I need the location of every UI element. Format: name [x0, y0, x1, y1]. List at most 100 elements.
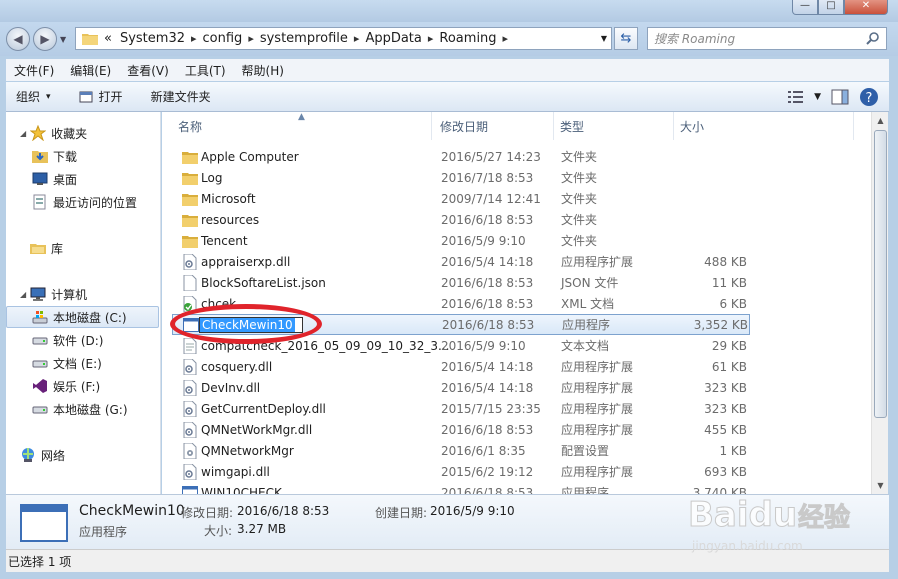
maximize-button[interactable]: □	[818, 0, 844, 15]
breadcrumb-separator[interactable]: ▸	[248, 32, 254, 45]
nav-drive-d-label: 软件 (D:)	[53, 333, 104, 348]
nav-drive-c[interactable]: 本地磁盘 (C:)	[6, 306, 159, 328]
breadcrumb-separator[interactable]: ▸	[503, 32, 509, 45]
chevron-down-icon: ▾	[46, 91, 51, 102]
sort-ascending-icon: ▲	[298, 112, 305, 122]
view-options-icon[interactable]	[788, 90, 804, 104]
column-size[interactable]: 大小	[674, 112, 854, 140]
menu-tools[interactable]: 工具(T)	[177, 62, 234, 79]
file-name: cosquery.dll	[201, 359, 273, 374]
file-type: 应用程序	[562, 318, 611, 332]
breadcrumb-roaming[interactable]: Roaming	[439, 31, 496, 46]
menu-edit[interactable]: 编辑(E)	[62, 62, 119, 79]
nav-desktop-label: 桌面	[53, 172, 78, 187]
scroll-down-button[interactable]: ▼	[872, 477, 889, 494]
table-row[interactable]: Log 2016/7/18 8:53 文件夹	[172, 167, 750, 188]
details-name: CheckMewin10	[79, 503, 185, 519]
back-button[interactable]: ◀	[6, 27, 30, 51]
nav-libraries[interactable]: 库	[20, 237, 172, 259]
file-name: resources	[201, 212, 260, 227]
file-type: JSON 文件	[561, 276, 619, 290]
nav-favorites[interactable]: ◢ 收藏夹	[20, 122, 172, 144]
table-row[interactable]: GetCurrentDeploy.dll 2015/7/15 23:35 应用程序扩…	[172, 398, 750, 419]
status-text: 已选择 1 项	[8, 554, 72, 569]
table-row[interactable]: DevInv.dll 2016/5/4 14:18 应用程序扩展 323 KB	[172, 377, 750, 398]
recent-pages-dropdown[interactable]: ▼	[60, 35, 66, 44]
breadcrumb-config[interactable]: config	[203, 31, 243, 46]
folder-icon	[182, 149, 198, 165]
table-row[interactable]: Apple Computer 2016/5/27 14:23 文件夹	[172, 146, 750, 167]
table-row[interactable]: resources 2016/6/18 8:53 文件夹	[172, 209, 750, 230]
file-type: 文本文档	[561, 339, 610, 353]
menu-file[interactable]: 文件(F)	[6, 62, 62, 79]
address-bar[interactable]: « System32 ▸ config ▸ systemprofile ▸ Ap…	[75, 27, 612, 50]
file-type: 文件夹	[561, 171, 598, 185]
dll-icon	[182, 421, 198, 438]
nav-drive-e-label: 文档 (E:)	[53, 356, 102, 371]
nav-recent-label: 最近访问的位置	[53, 195, 138, 210]
new-folder-button[interactable]: 新建文件夹	[141, 85, 221, 109]
table-row[interactable]: cosquery.dll 2016/5/4 14:18 应用程序扩展 61 KB	[172, 356, 750, 377]
details-size: 3.27 MB	[237, 522, 287, 536]
minimize-button[interactable]: —	[792, 0, 818, 15]
system-drive-icon	[32, 309, 48, 325]
view-controls: ▼ ?	[788, 87, 879, 107]
breadcrumb-overflow[interactable]: «	[104, 31, 112, 46]
file-size: 693 KB	[704, 464, 747, 479]
menu-help[interactable]: 帮助(H)	[234, 62, 292, 79]
vertical-scrollbar[interactable]: ▲ ▼	[871, 112, 888, 494]
table-row[interactable]: wimgapi.dll 2015/6/2 19:12 应用程序扩展 693 KB	[172, 461, 750, 482]
app-icon	[182, 485, 198, 494]
file-name: Microsoft	[201, 191, 256, 206]
search-placeholder: 搜索 Roaming	[654, 32, 736, 46]
help-icon[interactable]: ?	[859, 87, 879, 107]
computer-icon	[30, 286, 46, 302]
breadcrumb-separator[interactable]: ▸	[428, 32, 434, 45]
forward-button[interactable]: ▶	[33, 27, 57, 51]
table-row[interactable]: Microsoft 2009/7/14 12:41 文件夹	[172, 188, 750, 209]
table-row[interactable]: Tencent 2016/5/9 9:10 文件夹	[172, 230, 750, 251]
file-name: QMNetworkMgr	[201, 443, 294, 458]
open-button[interactable]: 打开	[69, 85, 133, 109]
details-modified-label: 修改日期:	[181, 506, 234, 520]
file-type: XML 文档	[561, 297, 615, 311]
close-button[interactable]: ✕	[844, 0, 888, 15]
file-size: 11 KB	[711, 275, 747, 290]
menu-view[interactable]: 查看(V)	[119, 62, 177, 79]
view-dropdown-icon[interactable]: ▼	[814, 92, 821, 102]
table-row[interactable]: appraiserxp.dll 2016/5/4 14:18 应用程序扩展 488 K…	[172, 251, 750, 272]
table-row[interactable]: WIN10CHECK 2016/6/18 8:53 应用程序 3,740 KB	[172, 482, 750, 494]
config-icon	[182, 442, 198, 459]
table-row[interactable]: QMNetworkMgr 2016/6/1 8:35 配置设置 1 KB	[172, 440, 750, 461]
table-row[interactable]: QMNetWorkMgr.dll 2016/6/18 8:53 应用程序扩展 455 …	[172, 419, 750, 440]
search-input[interactable]: 搜索 Roaming	[647, 27, 887, 50]
highlight-circle	[170, 304, 322, 344]
nav-drive-c-label: 本地磁盘 (C:)	[53, 310, 127, 325]
breadcrumb-system32[interactable]: System32	[120, 31, 185, 46]
file-type: 配置设置	[561, 444, 610, 458]
folder-icon	[182, 212, 198, 228]
file-type: 应用程序扩展	[561, 423, 634, 437]
organize-button[interactable]: 组织 ▾	[6, 85, 61, 109]
nav-network[interactable]: 网络	[20, 444, 172, 466]
file-date: 2009/7/14 12:41	[441, 191, 541, 206]
column-type[interactable]: 类型	[554, 112, 674, 140]
breadcrumb-systemprofile[interactable]: systemprofile	[260, 31, 348, 46]
downloads-icon	[32, 148, 48, 164]
text-file-icon	[182, 337, 198, 354]
breadcrumb-separator[interactable]: ▸	[354, 32, 360, 45]
scroll-up-button[interactable]: ▲	[872, 112, 889, 129]
column-size-label: 大小	[680, 119, 705, 134]
app-thumbnail-icon	[20, 504, 68, 542]
scroll-thumb[interactable]	[874, 130, 887, 418]
address-dropdown[interactable]: ▼	[601, 34, 607, 43]
table-row[interactable]: BlockSoftareList.json 2016/6/18 8:53 JSON …	[172, 272, 750, 293]
file-size: 323 KB	[704, 401, 747, 416]
breadcrumb-appdata[interactable]: AppData	[365, 31, 421, 46]
dll-icon	[182, 358, 198, 375]
preview-pane-icon[interactable]	[831, 89, 849, 105]
nav-computer[interactable]: ◢ 计算机	[20, 283, 172, 305]
refresh-button[interactable]: ⇆	[614, 27, 638, 50]
breadcrumb-separator[interactable]: ▸	[191, 32, 197, 45]
column-date[interactable]: 修改日期	[434, 112, 554, 140]
